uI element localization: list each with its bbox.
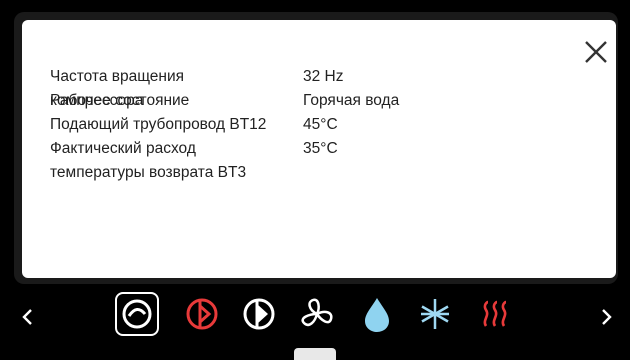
row-label: Фактический расход температуры возврата … [50, 140, 247, 181]
scroll-handle[interactable] [294, 348, 336, 360]
row-value: 35°C [303, 140, 338, 157]
water-drop-icon[interactable] [355, 292, 399, 336]
compressor-icon[interactable] [115, 292, 159, 336]
chevron-left-icon[interactable] [16, 300, 40, 334]
compressor-alarm-icon[interactable] [180, 292, 224, 336]
close-icon[interactable] [582, 38, 610, 66]
row-value: Горячая вода [303, 92, 400, 109]
row-label: Подающий трубопровод BT12 [50, 116, 267, 133]
fan-icon[interactable] [295, 292, 339, 336]
cooling-snowflake-icon[interactable] [413, 292, 457, 336]
row-label: Рабочее состояние [50, 92, 190, 109]
info-dialog: Частота вращения компрессора 32 Hz Рабоч… [22, 20, 616, 278]
bottom-icon-bar [0, 288, 630, 360]
row-value: 45°C [303, 116, 338, 133]
chevron-right-icon[interactable] [594, 300, 618, 334]
heat-pump-icon[interactable] [237, 292, 281, 336]
row-value: 32 Hz [303, 68, 344, 85]
heating-icon[interactable] [474, 292, 518, 336]
